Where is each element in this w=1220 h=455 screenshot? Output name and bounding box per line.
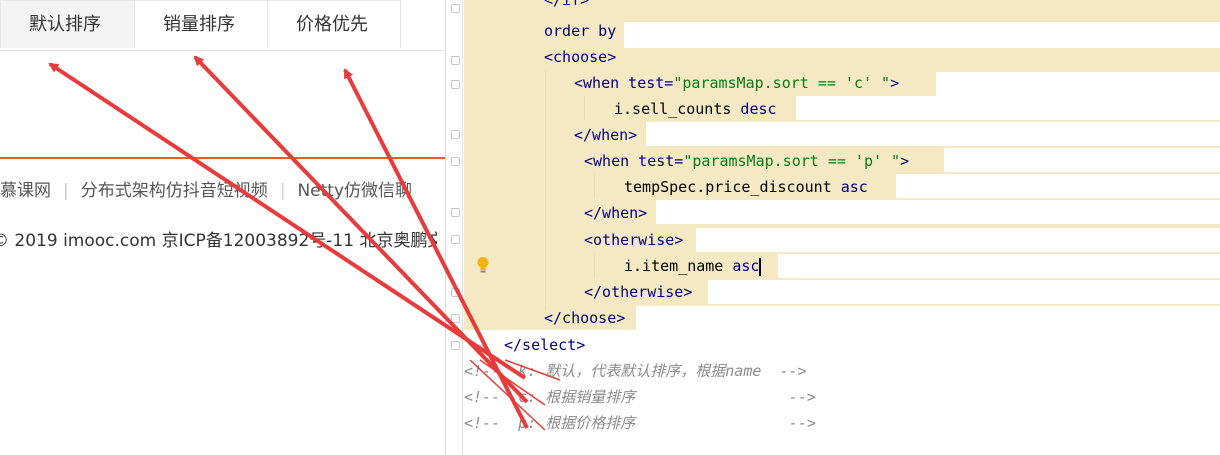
code-tag: </when> <box>574 126 638 144</box>
code-attr: test= <box>629 152 684 170</box>
tab-sales-sort[interactable]: 销量排序 <box>134 0 268 48</box>
code-comment: <!-- k: 默认，代表默认排序，根据name --> <box>464 362 807 380</box>
code-tag: </choose> <box>544 309 626 327</box>
line-gap <box>636 306 1220 330</box>
line-gap <box>708 280 1220 304</box>
code-tag: > <box>900 152 910 170</box>
code-line: <when test="paramsMap.sort == 'p' "> <box>584 149 909 173</box>
indent-guide <box>584 96 585 120</box>
code-line: </choose> <box>544 306 625 330</box>
fold-marker-icon[interactable] <box>451 157 460 166</box>
code-line: <otherwise> <box>584 228 683 252</box>
code-keyword: asc <box>831 178 868 196</box>
tab-price-sort[interactable]: 价格优先 <box>267 0 401 48</box>
fold-marker-icon[interactable] <box>451 341 460 350</box>
line-gap <box>796 96 1220 120</box>
fold-marker-icon[interactable] <box>451 4 460 13</box>
code-keyword: order by <box>544 22 617 40</box>
code-line: i.sell_counts desc <box>614 97 777 121</box>
code-line: </if> <box>544 0 589 12</box>
code-line: order by <box>544 19 616 43</box>
code-keyword: desc <box>731 100 777 118</box>
code-line: </when> <box>584 201 647 225</box>
line-gap <box>944 148 1220 172</box>
code-string: "paramsMap.sort == 'p' " <box>683 152 901 170</box>
indent-guide <box>594 254 595 278</box>
code-tag: </when> <box>584 204 648 222</box>
fold-marker-icon[interactable] <box>451 314 460 323</box>
code-text: i.item_name <box>624 257 724 275</box>
code-line: tempSpec.price_discount asc <box>624 175 868 199</box>
code-line: </when> <box>574 123 637 147</box>
gutter-border <box>462 0 463 455</box>
code-line: i.item_name asc <box>624 254 762 278</box>
code-tag: </select> <box>504 336 586 354</box>
sort-tab-bar: 默认排序 销量排序 价格优先 <box>0 0 445 51</box>
lightbulb-icon[interactable] <box>476 256 490 274</box>
code-text: tempSpec.price_discount <box>624 178 832 196</box>
code-line: <when test="paramsMap.sort == 'c' "> <box>574 71 899 95</box>
line-gap <box>896 174 1220 198</box>
fold-marker-icon[interactable] <box>451 208 460 217</box>
fold-marker-icon[interactable] <box>451 80 460 89</box>
footer-separator: | <box>279 181 286 201</box>
code-editor[interactable]: </if> order by <choose> <when test="para… <box>445 0 1220 455</box>
footer-separator: | <box>63 181 69 201</box>
code-tag: </otherwise> <box>584 283 693 301</box>
fold-marker-icon[interactable] <box>451 235 460 244</box>
indent-guide <box>594 174 595 198</box>
code-line: </select> <box>504 333 585 357</box>
line-gap <box>646 122 1220 146</box>
footer-copyright: © 2019 imooc.com 京ICP备12003892号-11 北京奥鹏文 <box>0 231 437 250</box>
fold-marker-icon[interactable] <box>451 288 460 297</box>
text-cursor <box>759 257 762 276</box>
line-gap <box>936 72 1220 96</box>
indent-guide <box>545 70 546 310</box>
code-keyword: asc <box>723 257 760 275</box>
code-line: </otherwise> <box>584 280 692 304</box>
tab-default-sort[interactable]: 默认排序 <box>0 0 135 48</box>
line-gap <box>778 254 1220 278</box>
code-comment: <!-- p: 根据价格排序 --> <box>464 414 816 432</box>
fold-marker-icon[interactable] <box>451 56 460 65</box>
code-text: i.sell_counts <box>614 100 732 118</box>
code-tag: </if> <box>544 0 590 9</box>
footer-divider <box>0 157 445 159</box>
footer-links: 慕课网 | 分布式架构仿抖音短视频 | Netty仿微信聊 <box>0 176 445 202</box>
fold-marker-icon[interactable] <box>451 130 460 139</box>
code-tag: <otherwise> <box>584 231 684 249</box>
code-tag: > <box>890 74 900 92</box>
footer-link-imooc[interactable]: 慕课网 <box>0 181 51 201</box>
code-tag: <choose> <box>544 48 617 66</box>
line-gap <box>696 228 1220 252</box>
line-gap <box>656 200 1220 224</box>
footer-link-douyin[interactable]: 分布式架构仿抖音短视频 <box>81 181 268 201</box>
code-comment: <!-- c: 根据销量排序 --> <box>464 388 816 406</box>
code-tag: <when <box>574 74 620 92</box>
code-tag: <when <box>584 152 630 170</box>
footer-link-netty[interactable]: Netty仿微信聊 <box>297 181 412 201</box>
code-line: <choose> <box>544 45 616 69</box>
code-attr: test= <box>619 74 674 92</box>
code-string: "paramsMap.sort == 'c' " <box>673 74 891 92</box>
